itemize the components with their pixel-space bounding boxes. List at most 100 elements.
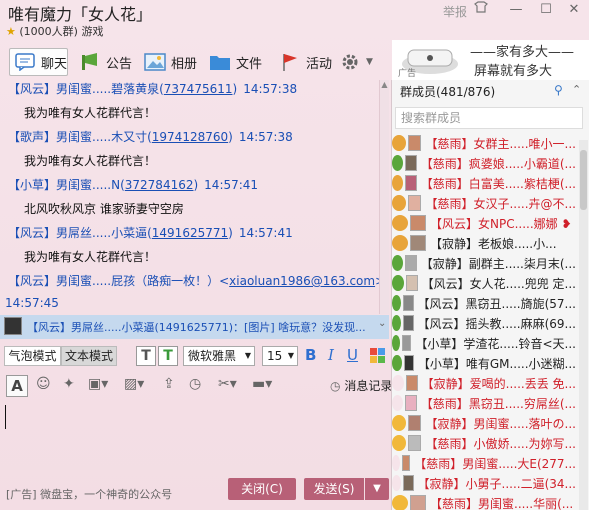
close-button[interactable]: 关闭(C): [228, 478, 296, 500]
message-sender-name[interactable]: 男闺蜜.....木又寸: [56, 130, 147, 144]
message-sender[interactable]: 【风云】: [8, 226, 56, 240]
member-row[interactable]: 【风云】 女NPC.....娜娜 ❥: [392, 213, 576, 233]
font-color-icon[interactable]: T: [158, 346, 178, 366]
chat-history[interactable]: 【风云】男闺蜜.....碧落黄泉(737475611) 14:57:38 我为唯有女…: [0, 80, 379, 314]
member-row[interactable]: 【寂静】 爱喝的.....丢丢 免...: [392, 373, 576, 393]
message-sender-id[interactable]: 1974128760: [152, 130, 228, 144]
chevron-up-icon[interactable]: ⌃: [572, 83, 581, 96]
member-name: 疯婆娘.....小霸道(...: [468, 156, 576, 171]
gift-icon[interactable]: ▣▾: [88, 376, 108, 392]
tab-files[interactable]: 文件: [208, 48, 262, 76]
member-role-icon: [392, 435, 406, 451]
member-search-input[interactable]: 搜索群成员: [395, 107, 583, 129]
member-row[interactable]: 【慈雨】 小傲娇.....为妳写...: [392, 433, 576, 453]
more-icon[interactable]: ▬▾: [252, 376, 272, 392]
message-sender-id[interactable]: xiaoluan1986@163.com: [229, 274, 375, 288]
message-sender[interactable]: 【小草】: [8, 178, 56, 192]
member-name: 男闺蜜.....大E(277...: [462, 456, 576, 471]
message-sender[interactable]: 【风云】: [8, 82, 56, 96]
member-row[interactable]: 【小草】 学渣花.....铃音<天...: [392, 333, 576, 353]
magic-wand-icon[interactable]: ✦: [63, 376, 75, 392]
scissors-icon[interactable]: ✂▾: [218, 376, 237, 392]
tab-announce-label: 公告: [106, 56, 133, 72]
folder-icon: [208, 51, 232, 73]
member-role-icon: [392, 375, 404, 391]
emoji-icon[interactable]: ☺: [36, 376, 51, 392]
upload-icon[interactable]: ⇪: [163, 376, 175, 392]
send-button[interactable]: 发送(S): [304, 478, 364, 500]
tab-announce[interactable]: 公告: [78, 48, 132, 76]
member-role-icon: [392, 175, 404, 191]
member-scrollbar-thumb[interactable]: [580, 150, 587, 210]
member-name: 老板娘.....小...: [478, 236, 557, 251]
tab-activity[interactable]: 活动: [278, 48, 332, 76]
member-row[interactable]: 【慈雨】 女群主.....唯小一...: [392, 133, 576, 153]
font-select-value: 微软雅黑: [188, 349, 237, 363]
settings-button[interactable]: ▼: [338, 48, 373, 76]
member-row[interactable]: 【慈雨】 黑窃丑.....穷屌丝(...: [392, 393, 576, 413]
report-button[interactable]: 举报: [443, 3, 467, 20]
message-sender-name[interactable]: 男屌丝.....小菜逼: [56, 226, 147, 240]
member-row[interactable]: 【寂静】 小舅子.....二逼(34...: [392, 473, 576, 493]
color-palette-icon[interactable]: [370, 348, 386, 367]
ad-line-2: 屏幕就有多大: [474, 64, 553, 79]
tab-album[interactable]: 相册: [143, 48, 197, 76]
message-sender[interactable]: 【风云】: [8, 274, 56, 288]
member-role-icon: [392, 215, 408, 231]
picture-icon: [143, 51, 167, 73]
member-row[interactable]: 【寂静】 男闺蜜.....落叶の...: [392, 413, 576, 433]
member-row[interactable]: 【风云】 黑窃丑.....旖旎(57...: [392, 293, 576, 313]
member-name: 黑窃丑.....旖旎(57...: [465, 296, 576, 311]
group-category[interactable]: 游戏: [81, 25, 103, 38]
send-options-button[interactable]: ▼: [365, 478, 389, 500]
font-size-value: 15: [267, 349, 283, 363]
scroll-up-icon[interactable]: ▲: [380, 80, 389, 90]
avatar: [407, 195, 422, 211]
member-row[interactable]: 【寂静】 老板娘.....小...: [392, 233, 576, 253]
member-tag: 【慈雨】: [414, 456, 463, 471]
font-size-select[interactable]: 15 ▼: [262, 346, 298, 366]
font-toggle-icon[interactable]: A: [6, 375, 28, 397]
message-time: 14:57:38: [243, 82, 298, 96]
member-row[interactable]: 【慈雨】 疯婆娘.....小霸道(...: [392, 153, 576, 173]
member-row[interactable]: 【慈雨】 女汉子.....卉@不...: [392, 193, 576, 213]
chat-scrollbar[interactable]: ▲: [379, 80, 389, 314]
image-icon[interactable]: ▨▾: [124, 376, 144, 392]
message-input[interactable]: [0, 400, 389, 476]
maximize-icon[interactable]: ☐: [535, 0, 557, 20]
clock-icon: ◷: [330, 379, 341, 393]
message-sender-name[interactable]: 男闺蜜.....屁孩（路痴一枚！）: [56, 274, 219, 288]
member-row[interactable]: 【慈雨】 白富美.....紫桔梗(...: [392, 173, 576, 193]
close-icon[interactable]: ✕: [563, 0, 585, 20]
message-sender-name[interactable]: 男闺蜜.....N: [56, 178, 120, 192]
member-row[interactable]: 【寂静】 副群主.....柒月末(...: [392, 253, 576, 273]
font-select[interactable]: 微软雅黑 ▼: [183, 346, 255, 366]
font-style-icon[interactable]: T: [136, 346, 156, 366]
underline-icon[interactable]: U: [347, 346, 358, 364]
message-sender-name[interactable]: 男闺蜜.....碧落黄泉: [56, 82, 159, 96]
text-mode-button[interactable]: 文本模式: [61, 346, 117, 366]
member-row[interactable]: 【风云】 女人花.....兜兜 定...: [392, 273, 576, 293]
member-row[interactable]: 【小草】 唯有GM.....小迷糊...: [392, 353, 576, 373]
member-name: 女NPC.....娜娜 ❥: [478, 216, 572, 231]
member-row[interactable]: 【慈雨】 男闺蜜.....华丽(...: [392, 493, 576, 510]
member-row[interactable]: 【慈雨】 男闺蜜.....大E(277...: [392, 453, 576, 473]
message-time: 14:57:45: [5, 296, 59, 310]
bubble-mode-button[interactable]: 气泡模式: [4, 346, 61, 366]
member-tag: 【小草】: [417, 356, 466, 371]
clock-icon[interactable]: ◷: [189, 376, 201, 392]
message-sender-id[interactable]: 737475611: [164, 82, 233, 96]
search-icon[interactable]: ⚲: [554, 83, 563, 97]
message-sender-id[interactable]: 1491625771: [152, 226, 228, 240]
member-row[interactable]: 【风云】 摇头教.....麻麻(69...: [392, 313, 576, 333]
message-sender-id[interactable]: 372784162: [125, 178, 194, 192]
chevron-down-icon[interactable]: ⌄: [378, 318, 386, 329]
minimize-icon[interactable]: —: [505, 0, 527, 20]
italic-icon[interactable]: I: [328, 346, 334, 364]
message-sender[interactable]: 【歌声】: [8, 130, 56, 144]
bottom-ad[interactable]: [广告] 微盘宝，一个神奇的公众号: [6, 486, 172, 502]
skin-icon[interactable]: [470, 0, 492, 20]
message-text: 北风吹秋风京 谁家骄妻守空房: [24, 202, 184, 216]
tab-chat[interactable]: 聊天: [9, 48, 68, 76]
bold-icon[interactable]: B: [305, 346, 316, 364]
